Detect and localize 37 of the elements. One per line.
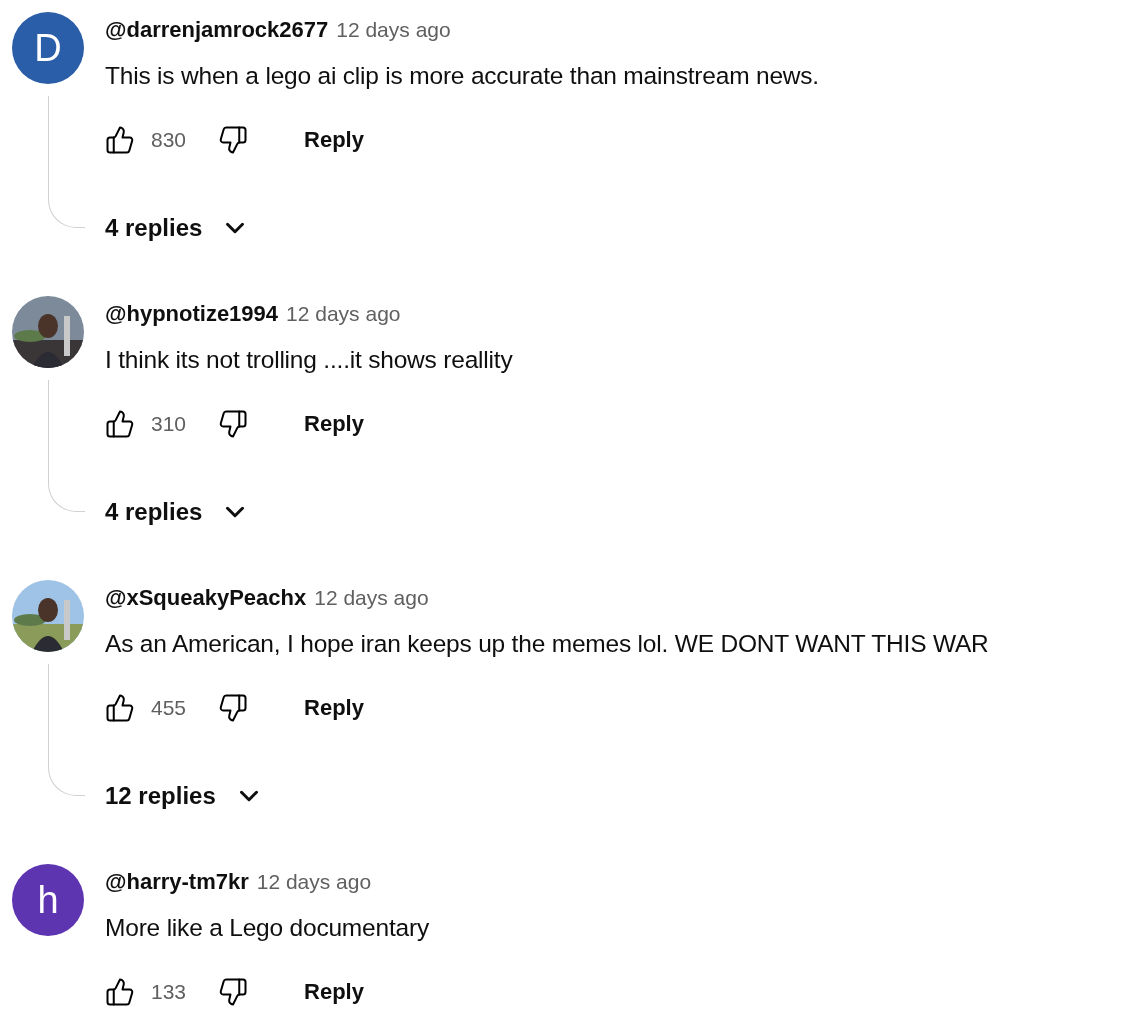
- comment-text: As an American, I hope iran keeps up the memes lol. WE DONT WANT THIS WAR: [105, 629, 989, 659]
- replies-toggle[interactable]: 4 replies: [105, 206, 251, 250]
- comment-text: I think its not trolling ....it shows reallity: [105, 345, 513, 375]
- like-button[interactable]: 133: [105, 977, 187, 1007]
- reply-button[interactable]: Reply: [288, 971, 380, 1013]
- comment-time[interactable]: 12 days ago: [286, 302, 401, 326]
- thumbs-up-icon: [105, 977, 135, 1007]
- reply-button[interactable]: Reply: [288, 403, 380, 445]
- comment-time[interactable]: 12 days ago: [336, 18, 451, 42]
- dislike-button[interactable]: [218, 693, 249, 723]
- like-count: 310: [151, 412, 187, 436]
- dislike-button[interactable]: [218, 125, 249, 155]
- thumbs-up-icon: [105, 125, 135, 155]
- author-name[interactable]: @xSqueakyPeachx: [105, 585, 307, 611]
- like-count: 830: [151, 128, 187, 152]
- like-button[interactable]: 830: [105, 125, 187, 155]
- avatar[interactable]: D: [12, 12, 84, 84]
- reply-button[interactable]: Reply: [288, 687, 380, 729]
- thumbs-up-icon: [105, 693, 135, 723]
- avatar[interactable]: h: [12, 864, 84, 936]
- comment-time[interactable]: 12 days ago: [314, 586, 429, 610]
- author-name[interactable]: @harry-tm7kr: [105, 869, 249, 895]
- author-name[interactable]: @darrenjamrock2677: [105, 17, 329, 43]
- reply-button[interactable]: Reply: [288, 119, 380, 161]
- like-button[interactable]: 455: [105, 693, 187, 723]
- dislike-button[interactable]: [218, 409, 249, 439]
- replies-toggle[interactable]: 4 replies: [105, 490, 251, 534]
- comment-time[interactable]: 12 days ago: [256, 870, 372, 894]
- replies-toggle[interactable]: 12 replies: [105, 774, 264, 818]
- like-count: 133: [151, 980, 187, 1004]
- like-button[interactable]: 310: [105, 409, 187, 439]
- comment-text: This is when a lego ai clip is more accurate than mainstream news.: [105, 61, 819, 91]
- thumbs-up-icon: [105, 409, 135, 439]
- author-name[interactable]: @hypnotize1994: [105, 301, 279, 327]
- like-count: 455: [151, 696, 187, 720]
- dislike-button[interactable]: [218, 977, 249, 1007]
- comment-text: More like a Lego documentary: [105, 913, 429, 943]
